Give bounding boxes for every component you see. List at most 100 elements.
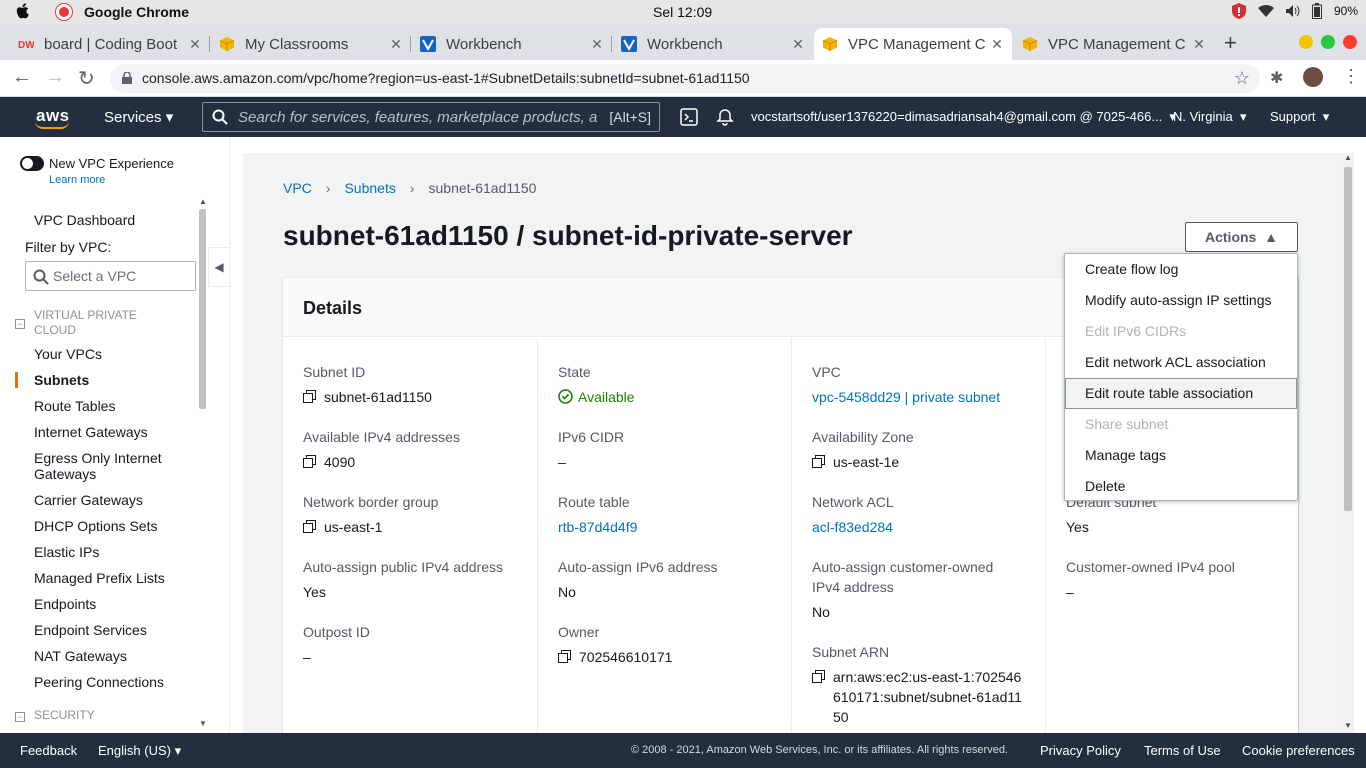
sidebar-item-endpoints[interactable]: Endpoints [34,596,96,612]
tab-vpc-management[interactable]: VPC Management C ✕ [1014,28,1214,60]
copy-icon[interactable] [303,520,316,533]
close-icon[interactable]: ✕ [791,36,805,53]
minimize-button[interactable] [1299,35,1313,49]
select-vpc-placeholder: Select a VPC [53,268,137,284]
sidebar-item-vpc-dashboard[interactable]: VPC Dashboard [34,212,135,228]
reload-icon[interactable]: ↻ [78,66,95,91]
shield-alert-icon[interactable] [1231,3,1246,19]
menu-item-edit-route-table-association[interactable]: Edit route table association [1065,378,1297,409]
search-shortcut: [Alt+S] [609,109,651,125]
sidebar-item-route-tables[interactable]: Route Tables [34,398,115,414]
bookmark-star-icon[interactable]: ☆ [1234,68,1250,89]
breadcrumb-subnets[interactable]: Subnets [344,180,395,196]
support-menu[interactable]: Support ▾ [1270,109,1329,125]
aws-search-input[interactable]: Search for services, features, marketpla… [202,102,660,132]
omnibox[interactable]: console.aws.amazon.com/vpc/home?region=u… [110,64,1260,93]
region-selector[interactable]: N. Virginia ▾ [1173,109,1246,125]
tab-workbench-1[interactable]: Workbench ✕ [412,28,612,60]
apple-icon[interactable] [14,2,32,20]
language-selector[interactable]: English (US) ▾ [98,743,181,759]
menu-item-manage-tags[interactable]: Manage tags [1065,440,1297,471]
chrome-menu-icon[interactable]: ⋮ [1342,66,1360,87]
field-state: State Available [558,362,782,407]
copy-icon[interactable] [303,455,316,468]
chevron-right-icon: › [409,180,415,196]
field-value: – [558,454,566,470]
copy-icon[interactable] [812,455,825,468]
filter-by-vpc-label: Filter by VPC: [25,239,112,255]
tab-workbench-2[interactable]: Workbench ✕ [613,28,813,60]
close-icon[interactable]: ✕ [1192,36,1206,53]
sidebar-item-carrier-gateways[interactable]: Carrier Gateways [34,492,143,508]
main-scrollbar[interactable]: ▲ ▼ [1342,153,1354,733]
section-virtual-private-cloud[interactable]: VIRTUAL PRIVATE CLOUD [34,308,154,338]
aws-smile-icon [35,121,69,129]
account-menu[interactable]: vocstartsoft/user1376220=dimasadriansah4… [751,109,1176,125]
collapse-section-icon[interactable]: − [15,319,25,329]
breadcrumb-vpc[interactable]: VPC [283,180,312,196]
lock-icon[interactable] [122,72,132,84]
os-clock[interactable]: Sel 12:09 [653,4,712,20]
sidebar-item-elastic-ips[interactable]: Elastic IPs [34,544,99,560]
tab-my-classrooms[interactable]: My Classrooms ✕ [211,28,411,60]
collapse-section-icon[interactable]: − [15,712,25,722]
menu-item-delete[interactable]: Delete [1065,471,1297,502]
field-label: Subnet ID [303,364,366,380]
maximize-button[interactable] [1321,35,1335,49]
terms-of-use-link[interactable]: Terms of Use [1144,743,1221,758]
copy-icon[interactable] [558,650,571,663]
close-window-button[interactable] [1343,35,1357,49]
select-vpc-input[interactable]: Select a VPC [25,261,196,291]
sidebar-item-nat-gateways[interactable]: NAT Gateways [34,648,127,664]
vpc-link[interactable]: vpc-5458dd29 | private subnet [812,387,1000,407]
close-icon[interactable]: ✕ [990,36,1004,53]
services-label: Services [104,109,162,126]
account-label: vocstartsoft/user1376220=dimasadriansah4… [751,109,1163,124]
learn-more-link[interactable]: Learn more [49,174,105,186]
field-value: Yes [1066,519,1089,535]
feedback-link[interactable]: Feedback [20,743,77,758]
details-heading: Details [303,298,363,318]
privacy-policy-link[interactable]: Privacy Policy [1040,743,1121,758]
menu-item-create-flow-log[interactable]: Create flow log [1065,254,1297,285]
cloudshell-icon[interactable] [679,107,699,127]
wifi-icon[interactable] [1257,4,1274,18]
close-icon[interactable]: ✕ [590,36,604,53]
tab-vpc-management-active[interactable]: VPC Management C ✕ [814,28,1012,60]
details-column-1: Subnet ID subnet-61ad1150 Available IPv4 … [283,338,537,758]
close-icon[interactable]: ✕ [389,36,403,53]
copy-icon[interactable] [303,390,316,403]
volume-icon[interactable] [1285,4,1300,18]
url-text[interactable]: console.aws.amazon.com/vpc/home?region=u… [142,70,750,86]
forward-arrow-icon[interactable]: → [45,66,65,89]
cookie-preferences-link[interactable]: Cookie preferences [1242,743,1355,758]
sidebar-item-internet-gateways[interactable]: Internet Gateways [34,424,148,440]
menu-item-edit-network-acl-association[interactable]: Edit network ACL association [1065,347,1297,378]
notifications-bell-icon[interactable] [715,107,735,127]
network-acl-link[interactable]: acl-f83ed284 [812,517,893,537]
close-icon[interactable]: ✕ [188,36,202,53]
battery-icon[interactable] [1311,3,1322,19]
sidebar-item-peering-connections[interactable]: Peering Connections [34,674,164,690]
back-arrow-icon[interactable]: ← [12,66,32,89]
collapse-sidebar-button[interactable]: ◀ [208,247,230,287]
extensions-puzzle-icon[interactable]: ✱ [1270,68,1283,88]
profile-avatar[interactable] [1303,67,1323,87]
sidebar-item-dhcp-options-sets[interactable]: DHCP Options Sets [34,518,157,534]
section-security[interactable]: SECURITY [34,708,95,723]
route-table-link[interactable]: rtb-87d4d4f9 [558,517,637,537]
tab-coding-bootcamp[interactable]: DW board | Coding Boot ✕ [10,28,210,60]
sidebar-scrollbar[interactable]: ▲ ▼ [198,197,208,731]
menu-item-modify-auto-assign-ip[interactable]: Modify auto-assign IP settings [1065,285,1297,316]
sidebar-item-managed-prefix-lists[interactable]: Managed Prefix Lists [34,570,165,586]
sidebar-item-endpoint-services[interactable]: Endpoint Services [34,622,147,638]
services-menu-button[interactable]: Services ▾ [104,108,173,126]
sidebar-item-subnets[interactable]: Subnets [34,372,89,388]
copy-icon[interactable] [812,670,825,683]
actions-button[interactable]: Actions ▲ [1185,222,1298,252]
new-tab-button[interactable]: + [1224,30,1237,56]
os-menu-bar: Google Chrome Sel 12:09 90% [0,0,1366,24]
new-vpc-experience-toggle[interactable] [20,156,44,171]
sidebar-item-your-vpcs[interactable]: Your VPCs [34,346,102,362]
sidebar-item-egress-only-internet-gateways[interactable]: Egress Only Internet Gateways [34,450,184,482]
